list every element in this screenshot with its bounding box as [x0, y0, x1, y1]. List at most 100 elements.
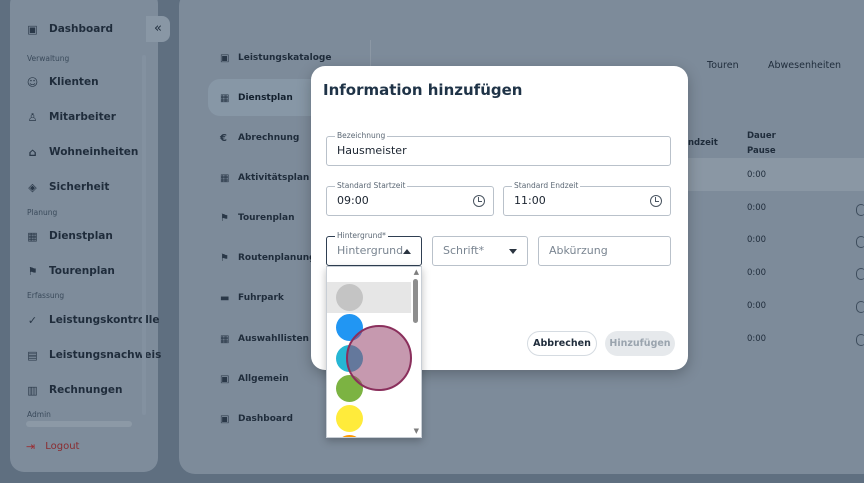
- color-option[interactable]: [336, 405, 363, 432]
- scroll-up-arrow-icon[interactable]: ▲: [414, 268, 419, 276]
- table-cell: 0:00: [747, 301, 767, 311]
- bezeichnung-value: Hausmeister: [337, 144, 407, 157]
- flag-icon: ⚑: [220, 212, 229, 224]
- subnav-item-abrechnung[interactable]: € Abrechnung: [220, 128, 299, 148]
- subnav-label: Tourenplan: [238, 213, 295, 223]
- click-indicator: [346, 325, 412, 391]
- dialog-title: Information hinzufügen: [323, 81, 523, 99]
- clock-icon[interactable]: [650, 195, 662, 207]
- subnav-item-aktivitaetsplan[interactable]: ▦ Aktivitätsplan: [220, 168, 309, 188]
- subnav-label: Auswahllisten: [238, 334, 309, 344]
- subnav-item-allgemein[interactable]: ▣ Allgemein: [220, 369, 289, 389]
- sidebar-item-label: Tourenplan: [49, 265, 115, 277]
- dropdown-scrollbar[interactable]: [413, 279, 418, 323]
- hintergrund-select[interactable]: Hintergrund* Hintergrund: [326, 231, 422, 266]
- admin-item-placeholder: [26, 421, 132, 427]
- sidebar-item-leistungskontrolle[interactable]: ✓ Leistungskontrolle: [26, 309, 160, 331]
- flag-icon: ⚑: [220, 252, 229, 264]
- end-time-label: Standard Endzeit: [512, 181, 581, 191]
- subnav-label: Fuhrpark: [238, 293, 284, 303]
- tab-touren[interactable]: Touren: [707, 60, 739, 71]
- shield-icon: ◈: [28, 180, 37, 194]
- catalog-icon: ▣: [220, 52, 230, 64]
- end-time-value: 11:00: [514, 194, 546, 207]
- sidebar-item-mitarbeiter[interactable]: ♙ Mitarbeiter: [26, 106, 116, 128]
- subnav-item-fuhrpark[interactable]: ▬ Fuhrpark: [220, 288, 284, 308]
- table-cell: 0:00: [747, 268, 767, 278]
- collapse-sidebar-button[interactable]: «: [146, 16, 170, 42]
- table-cell: 0:00: [747, 334, 767, 344]
- section-label-verwaltung: Verwaltung: [27, 54, 70, 63]
- sidebar-item-dashboard[interactable]: ▣ Dashboard: [26, 18, 113, 40]
- table-cell: 0:00: [747, 203, 767, 213]
- subnav-item-routenplanung[interactable]: ⚑ Routenplanung: [220, 248, 316, 268]
- column-header-dauer: Dauer: [747, 131, 776, 141]
- users-icon: ☺: [26, 75, 39, 89]
- row-action-toggle[interactable]: [856, 204, 864, 216]
- sidebar-item-label: Rechnungen: [49, 384, 123, 396]
- dashboard-icon: ▣: [220, 413, 230, 425]
- subnav-item-dashboard[interactable]: ▣ Dashboard: [220, 409, 293, 429]
- start-time-label: Standard Startzeit: [335, 181, 408, 191]
- logout-icon: ⇥: [26, 440, 36, 453]
- euro-icon: €: [220, 132, 227, 144]
- table-row-highlight: [686, 158, 864, 191]
- sidebar-item-tourenplan[interactable]: ⚑ Tourenplan: [26, 260, 115, 282]
- section-label-erfassung: Erfassung: [27, 291, 65, 300]
- hintergrund-label: Hintergrund*: [335, 231, 388, 241]
- abkuerzung-placeholder: Abkürzung: [549, 244, 608, 257]
- hintergrund-placeholder: Hintergrund: [337, 244, 404, 257]
- bezeichnung-label: Bezeichnung: [335, 131, 388, 141]
- bezeichnung-field[interactable]: Bezeichnung Hausmeister: [326, 131, 671, 166]
- subnav-item-dienstplan[interactable]: ▦ Dienstplan: [220, 88, 293, 108]
- logout-button[interactable]: ⇥ Logout: [26, 440, 79, 453]
- logout-label: Logout: [45, 441, 80, 452]
- sidebar-scrollbar[interactable]: [142, 55, 146, 415]
- color-option[interactable]: [336, 435, 363, 437]
- flag-icon: ⚑: [27, 264, 38, 278]
- caret-up-icon: [403, 249, 411, 254]
- clock-icon[interactable]: [473, 195, 485, 207]
- dashboard-icon: ▣: [27, 22, 38, 36]
- subnav-item-auswahllisten[interactable]: ▦ Auswahllisten: [220, 329, 309, 349]
- abkuerzung-input[interactable]: Abkürzung: [538, 236, 671, 266]
- invoice-icon: ▥: [27, 383, 38, 397]
- sidebar-item-label: Dienstplan: [49, 230, 113, 242]
- sidebar-item-sicherheit[interactable]: ◈ Sicherheit: [26, 176, 109, 198]
- row-action-toggle[interactable]: [856, 301, 864, 313]
- start-time-value: 09:00: [337, 194, 369, 207]
- people-icon: ♙: [27, 110, 38, 124]
- cancel-button[interactable]: Abbrechen: [527, 331, 597, 356]
- schrift-placeholder: Schrift*: [443, 244, 485, 257]
- subnav-label: Abrechnung: [238, 133, 300, 143]
- sidebar-item-wohneinheiten[interactable]: ⌂ Wohneinheiten: [26, 141, 139, 163]
- end-time-field[interactable]: Standard Endzeit 11:00: [503, 181, 671, 216]
- subnav-label: Allgemein: [238, 374, 289, 384]
- calendar-icon: ▦: [220, 92, 230, 104]
- double-chevron-left-icon: «: [154, 21, 162, 36]
- row-action-toggle[interactable]: [856, 236, 864, 248]
- subnav-item-leistungskataloge[interactable]: ▣ Leistungskataloge: [220, 48, 331, 68]
- building-icon: ⌂: [28, 145, 37, 159]
- start-time-field[interactable]: Standard Startzeit 09:00: [326, 181, 494, 216]
- tab-abwesenheiten[interactable]: Abwesenheiten: [768, 60, 841, 71]
- subnav-item-tourenplan[interactable]: ⚑ Tourenplan: [220, 208, 295, 228]
- settings-icon: ▣: [220, 373, 230, 385]
- subnav-label: Leistungskataloge: [238, 53, 332, 63]
- scroll-down-arrow-icon[interactable]: ▼: [414, 427, 419, 435]
- color-option[interactable]: [336, 284, 363, 311]
- sidebar-item-label: Dashboard: [49, 23, 114, 35]
- sidebar-item-klienten[interactable]: ☺ Klienten: [26, 71, 99, 93]
- subnav-label: Aktivitätsplan: [238, 173, 310, 183]
- calendar-icon: ▦: [220, 333, 230, 345]
- sidebar-item-label: Sicherheit: [49, 181, 110, 193]
- subnav-label: Routenplanung: [238, 253, 316, 263]
- add-button[interactable]: Hinzufügen: [605, 331, 675, 356]
- row-action-toggle[interactable]: [856, 268, 864, 280]
- sidebar-item-label: Wohneinheiten: [49, 146, 139, 158]
- section-label-admin: Admin: [27, 410, 51, 419]
- sidebar-item-rechnungen[interactable]: ▥ Rechnungen: [26, 379, 122, 401]
- schrift-select[interactable]: Schrift*: [432, 236, 528, 266]
- sidebar-item-dienstplan[interactable]: ▦ Dienstplan: [26, 225, 113, 247]
- row-action-toggle[interactable]: [856, 334, 864, 346]
